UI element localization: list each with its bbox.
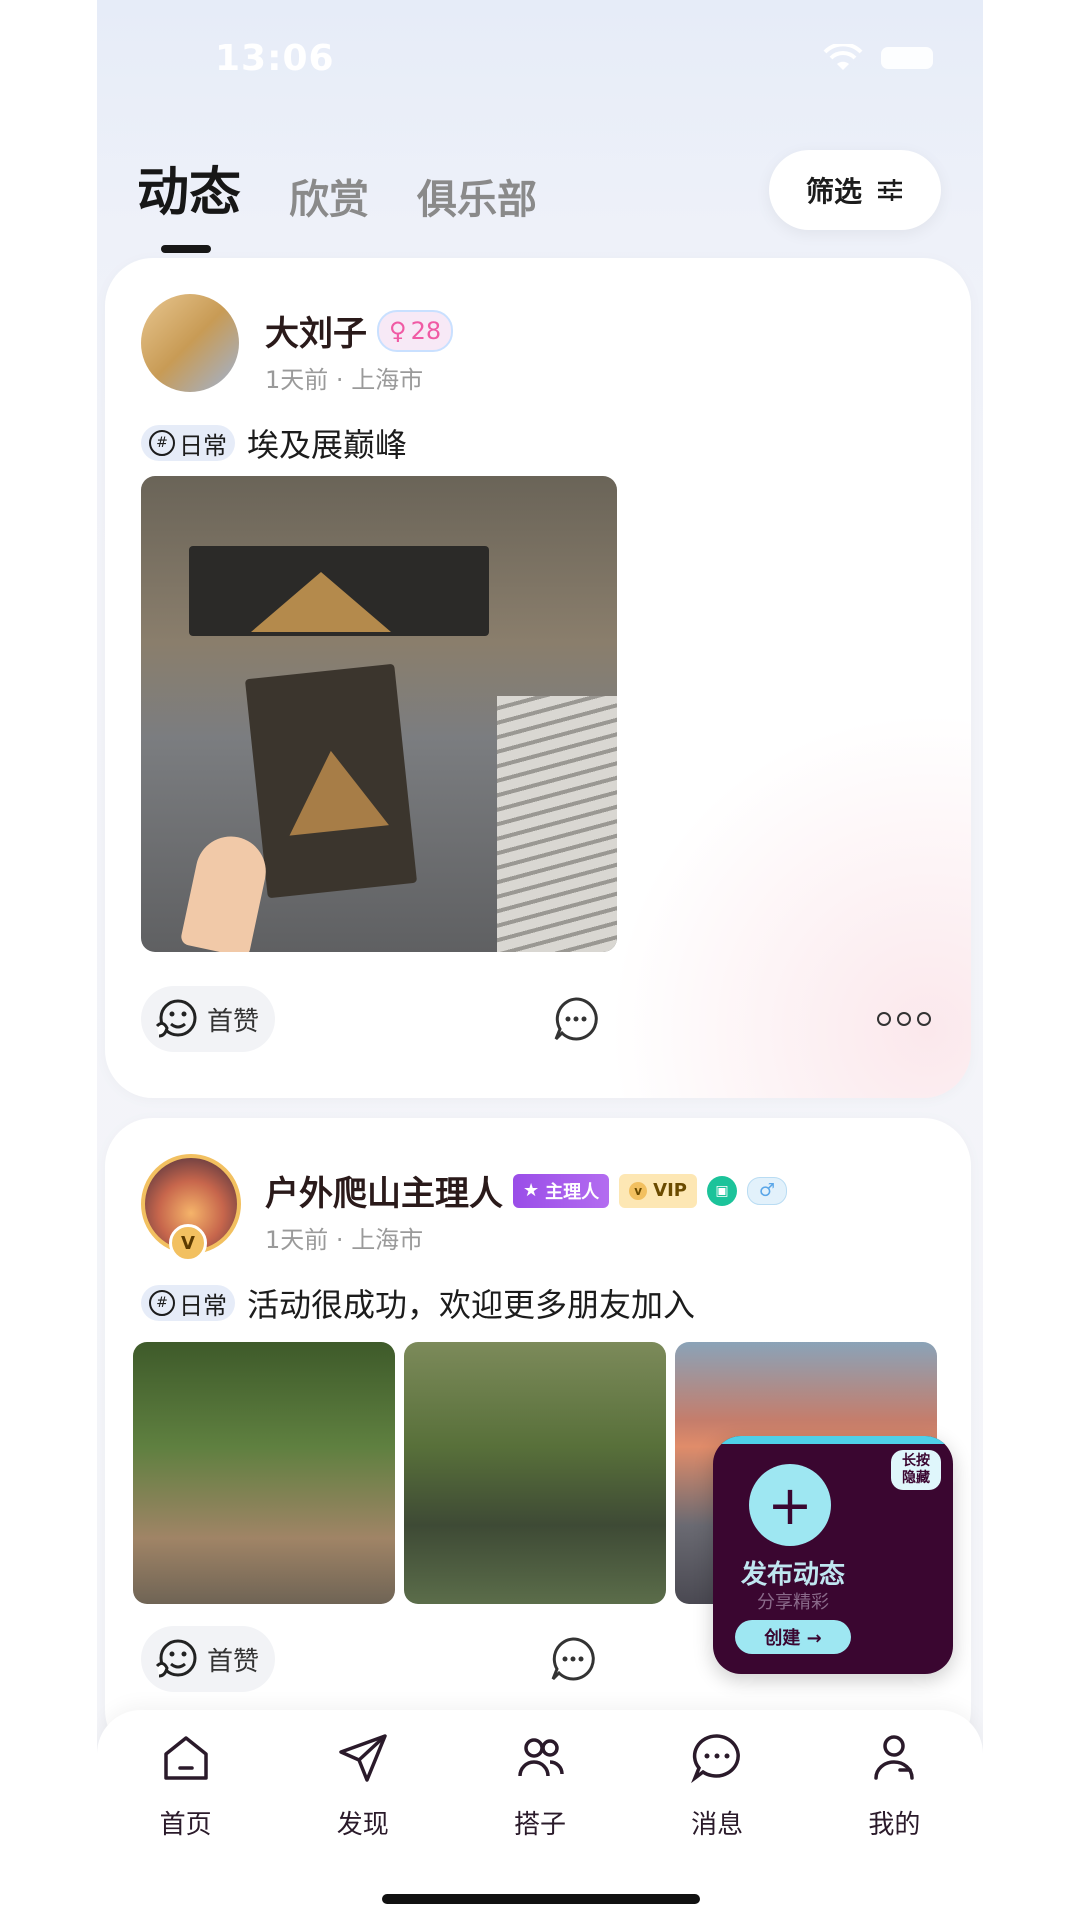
home-icon <box>163 1736 208 1780</box>
topic-tag-label: 日常 <box>179 1291 227 1320</box>
first-like-button[interactable]: 首赞 <box>141 1626 276 1692</box>
user-icon <box>874 1735 915 1780</box>
more-dot <box>896 1012 911 1026</box>
like-face-icon <box>155 999 197 1038</box>
post-location: 上海市 <box>351 366 424 394</box>
create-button[interactable]: 创建 → <box>735 1620 851 1654</box>
username-row: 大刘子 ♀ 28 <box>265 306 454 355</box>
post-photo[interactable] <box>133 1342 395 1604</box>
nav-profile-label: 我的 <box>868 1810 921 1840</box>
vip-badge-label: VIP <box>653 1180 687 1201</box>
star-icon: ★ <box>523 1180 540 1201</box>
meta-separator: · <box>335 1226 352 1254</box>
male-icon: ♂ <box>746 1176 787 1205</box>
tab-appreciate[interactable]: 欣赏 <box>289 167 369 225</box>
first-like-button[interactable]: 首赞 <box>141 986 276 1052</box>
paper-plane-icon <box>339 1734 387 1782</box>
avatar[interactable] <box>141 294 239 392</box>
organizer-badge-label: 主理人 <box>545 1181 600 1203</box>
fab-accent-bar <box>713 1436 953 1444</box>
long-press-hide-hint: 长按 隐藏 <box>891 1450 941 1490</box>
more-dot <box>876 1012 891 1026</box>
people-icon <box>518 1738 564 1777</box>
post-text-row: # 日常 埃及展巅峰 <box>141 420 407 466</box>
status-icons <box>823 44 933 72</box>
meta-separator: · <box>335 366 352 394</box>
like-face-icon <box>155 1639 197 1678</box>
battery-icon <box>881 47 933 69</box>
like-label: 首赞 <box>207 1006 260 1037</box>
tab-club[interactable]: 俱乐部 <box>417 167 537 225</box>
username-row: 户外爬山主理人 ★ 主理人 v VIP ▣ ♂ <box>265 1166 787 1215</box>
post-text: 埃及展巅峰 <box>247 426 408 464</box>
publish-subtitle: 分享精彩 <box>757 1592 829 1613</box>
post-text: 活动很成功，欢迎更多朋友加入 <box>247 1286 696 1324</box>
hide-hint-line2: 隐藏 <box>902 1470 930 1486</box>
comment-icon[interactable] <box>552 995 600 1043</box>
tab-moments[interactable]: 动态 <box>137 150 241 253</box>
nav-discover-label: 发现 <box>336 1810 389 1840</box>
topic-tag[interactable]: # 日常 <box>141 1285 235 1321</box>
post-time: 1天前 <box>265 1226 329 1254</box>
id-verified-icon: ▣ <box>706 1175 737 1206</box>
nav-partners-label: 搭子 <box>513 1810 566 1840</box>
topic-tag-label: 日常 <box>179 431 227 460</box>
nav-profile[interactable]: 我的 <box>834 1730 954 1841</box>
wifi-icon <box>823 44 863 70</box>
post-location: 上海市 <box>351 1226 424 1254</box>
post-actions: 首赞 <box>141 984 931 1054</box>
like-label: 首赞 <box>207 1646 260 1677</box>
female-icon: ♀ <box>389 316 407 345</box>
vip-badge: v VIP <box>619 1173 697 1208</box>
photo-brochure <box>244 663 418 899</box>
comment-icon[interactable] <box>549 1635 597 1683</box>
post-time: 1天前 <box>265 366 329 394</box>
nav-partners[interactable]: 搭子 <box>480 1730 600 1841</box>
hashtag-icon: # <box>149 1290 175 1316</box>
nav-messages-label: 消息 <box>691 1810 744 1840</box>
publish-title: 发布动态 <box>740 1560 845 1590</box>
top-tabs: 动态 欣赏 俱乐部 <box>137 150 537 253</box>
vip-v-icon: v <box>629 1181 648 1200</box>
home-indicator <box>382 1894 700 1904</box>
nav-home-label: 首页 <box>159 1810 212 1840</box>
nav-home[interactable]: 首页 <box>126 1730 246 1841</box>
post-card[interactable]: 大刘子 ♀ 28 1天前 · 上海市 # 日常 埃及展巅峰 首赞 <box>105 258 971 1098</box>
filter-label: 筛选 <box>805 175 862 208</box>
topic-tag[interactable]: # 日常 <box>141 425 235 461</box>
username[interactable]: 户外爬山主理人 <box>265 1166 503 1215</box>
filter-button[interactable]: 筛选 <box>769 150 941 230</box>
username[interactable]: 大刘子 <box>265 306 367 355</box>
more-dot <box>916 1012 931 1026</box>
nav-messages[interactable]: 消息 <box>657 1730 777 1841</box>
age-label: 28 <box>410 316 442 345</box>
hashtag-icon: # <box>149 430 175 456</box>
more-options-icon[interactable] <box>876 1012 931 1026</box>
plus-icon[interactable]: + <box>749 1464 831 1546</box>
post-meta: 1天前 · 上海市 <box>265 1220 423 1255</box>
chat-icon <box>691 1734 741 1784</box>
filter-sliders-icon <box>878 179 902 201</box>
post-photo[interactable] <box>141 476 617 952</box>
post-photo[interactable] <box>404 1342 666 1604</box>
gender-age-badge: ♀ 28 <box>377 309 454 352</box>
post-text-row: # 日常 活动很成功，欢迎更多朋友加入 <box>141 1280 695 1326</box>
organizer-badge: ★ 主理人 <box>513 1173 610 1208</box>
hide-hint-line1: 长按 <box>902 1453 930 1469</box>
photo-pyramid <box>251 572 391 632</box>
photo-hand <box>179 829 273 952</box>
app-screen: 13:06 动态 欣赏 俱乐部 筛选 大刘子 ♀ 28 1天前 · 上海市 # … <box>97 0 983 1920</box>
post-meta: 1天前 · 上海市 <box>265 360 423 395</box>
verified-v-badge: V <box>169 1224 207 1262</box>
bottom-nav: 首页 发现 搭子 消息 我的 <box>97 1710 983 1920</box>
photo-stairs <box>497 696 617 952</box>
status-time: 13:06 <box>215 38 335 79</box>
publish-post-widget[interactable]: + 长按 隐藏 发布动态 分享精彩 创建 → <box>713 1436 953 1674</box>
nav-discover[interactable]: 发现 <box>303 1730 423 1841</box>
